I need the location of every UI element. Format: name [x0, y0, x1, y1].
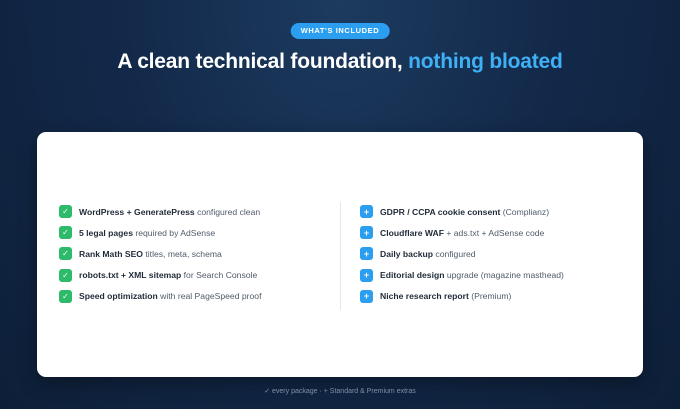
section-badge: WHAT'S INCLUDED [290, 23, 390, 39]
title-main: A clean technical foundation, [117, 50, 403, 73]
included-item-detail: for Search Console [181, 270, 258, 281]
extra-item-title: Editorial design [380, 270, 445, 281]
included-list: ✓ WordPress + GeneratePress configured c… [59, 201, 261, 307]
included-item-detail: with real PageSpeed proof [157, 291, 262, 302]
included-item-title: Speed optimization [79, 291, 158, 302]
plus-icon: + [360, 268, 373, 282]
legend-footnote: ✓ every package · + Standard & Premium e… [264, 388, 416, 395]
extra-item: + Editorial design upgrade (magazine mas… [360, 265, 564, 286]
included-item-title: robots.txt + XML sitemap [79, 270, 182, 281]
extra-item-title: Niche research report [380, 291, 469, 302]
included-item-detail: titles, meta, schema [143, 248, 222, 259]
plus-icon: + [360, 289, 373, 303]
check-icon: ✓ [59, 247, 72, 261]
extra-item: + Cloudflare WAF + ads.txt + AdSense cod… [360, 222, 564, 243]
plus-icon: + [360, 247, 373, 261]
included-item: ✓ robots.txt + XML sitemap for Search Co… [59, 265, 261, 286]
title-accent: nothing bloated [408, 50, 563, 73]
check-icon: ✓ [59, 205, 72, 219]
features-card: ✓ WordPress + GeneratePress configured c… [37, 132, 643, 377]
check-icon: ✓ [59, 268, 72, 282]
extra-item-detail: (Complianz) [500, 206, 550, 217]
page-title: A clean technical foundation, nothing bl… [0, 50, 680, 74]
extra-item-title: Daily backup [380, 248, 434, 259]
column-divider [340, 202, 341, 310]
plus-icon: + [360, 226, 373, 240]
check-icon: ✓ [59, 226, 72, 240]
extra-item: + GDPR / CCPA cookie consent (Complianz) [360, 201, 564, 222]
included-item-detail: configured clean [194, 206, 261, 217]
extra-item-detail: (Premium) [468, 291, 512, 302]
extra-item-detail: upgrade (magazine masthead) [444, 270, 564, 281]
included-item-title: Rank Math SEO [79, 248, 143, 259]
plus-icon: + [360, 205, 373, 219]
included-item: ✓ WordPress + GeneratePress configured c… [59, 201, 261, 222]
included-item-title: WordPress + GeneratePress [79, 206, 195, 217]
included-item-detail: required by AdSense [132, 227, 216, 238]
extras-list: + GDPR / CCPA cookie consent (Complianz)… [360, 201, 564, 307]
extra-item: + Niche research report (Premium) [360, 286, 564, 307]
extra-item-detail: configured [433, 248, 476, 259]
included-item: ✓ Speed optimization with real PageSpeed… [59, 286, 261, 307]
included-item-title: 5 legal pages [79, 227, 133, 238]
extra-item: + Daily backup configured [360, 243, 564, 264]
extra-item-title: GDPR / CCPA cookie consent [380, 206, 501, 217]
extra-item-detail: + ads.txt + AdSense code [443, 227, 545, 238]
included-item: ✓ Rank Math SEO titles, meta, schema [59, 243, 261, 264]
check-icon: ✓ [59, 289, 72, 303]
extra-item-title: Cloudflare WAF [380, 227, 444, 238]
included-item: ✓ 5 legal pages required by AdSense [59, 222, 261, 243]
